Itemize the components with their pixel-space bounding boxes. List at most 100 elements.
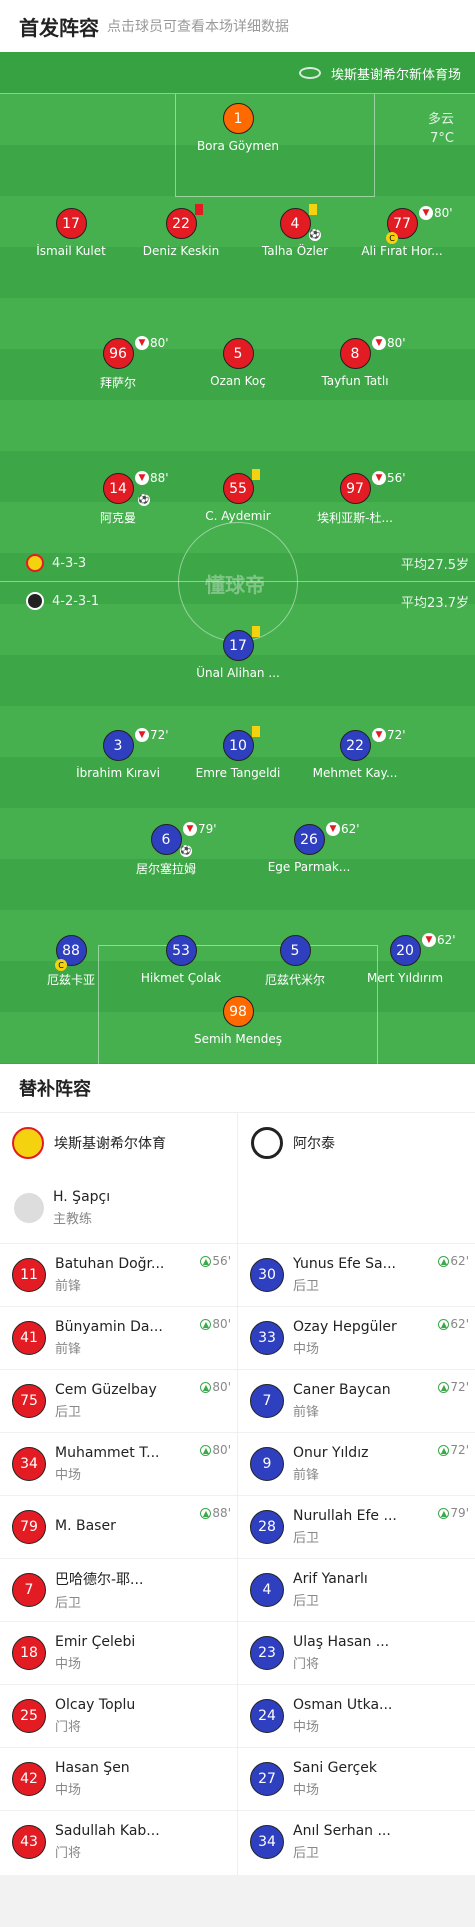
sub-out-icon: ▼ (372, 728, 386, 742)
home-team-name: 埃斯基谢希尔体育 (54, 1136, 166, 1152)
sub-player-number: 24 (250, 1699, 284, 1733)
sub-event-time: 56' (212, 1254, 231, 1268)
sub-player-row[interactable]: 11 Batuhan Doğr... 前锋 ▲ 56' (0, 1243, 237, 1306)
sub-player-position: 门将 (293, 1657, 320, 1672)
sub-player-name: Nurullah Efe ... (293, 1508, 397, 1524)
sub-player-info: Olcay Toplu 门将 (55, 1697, 165, 1735)
sub-player-row[interactable]: 23 Ulaş Hasan ... 门将 (238, 1621, 475, 1684)
sub-player-row[interactable]: 34 Anıl Serhan ... 后卫 (238, 1810, 475, 1873)
sub-player-row[interactable]: 28 Nurullah Efe ... 后卫 ▲ 79' (238, 1495, 475, 1558)
subs-away-team: 阿尔泰 (237, 1113, 474, 1173)
sub-player-row[interactable]: 34 Muhammet T... 中场 ▲ 80' (0, 1432, 237, 1495)
player-home-lw[interactable]: 14 ▼ 88' ⚽ 阿克曼 (66, 471, 170, 526)
sub-out-icon: ▼ (326, 822, 340, 836)
player-away-dm2[interactable]: 26 ▼ 62' Ege Parmak... (257, 822, 361, 874)
red-card-icon (195, 204, 203, 215)
brand-watermark: 懂球帝 (205, 573, 265, 597)
player-away-rm[interactable]: 22 ▼ 72' Mehmet Kay... (303, 728, 407, 780)
player-number: 14 (102, 473, 134, 504)
home-team-logo (26, 554, 44, 572)
sub-player-number: 18 (12, 1636, 46, 1670)
player-home-cm3[interactable]: 8 ▼ 80' Tayfun Tatlı (303, 336, 407, 388)
player-name: Ozan Koç (210, 374, 266, 388)
sub-player-row[interactable]: 4 Arif Yanarlı 后卫 (238, 1558, 475, 1621)
sub-player-row[interactable]: 25 Olcay Toplu 门将 (0, 1684, 237, 1747)
captain-icon: C (386, 232, 398, 244)
player-home-cb2[interactable]: 4 ⚽ Talha Özler (243, 204, 347, 258)
sub-player-row[interactable]: 18 Emir Çelebi 中场 (0, 1621, 237, 1684)
sub-time: 79' (198, 822, 217, 836)
lineup-subtitle: 点击球员可查看本场详细数据 (107, 19, 289, 35)
subs-title: 替补阵容 (0, 1064, 475, 1113)
sub-in-icon: ▲ (438, 1507, 450, 1519)
home-avg-age: 平均27.5岁 (401, 558, 469, 573)
player-number: 4 (279, 208, 311, 239)
player-number: 96 (102, 338, 134, 369)
player-away-lm[interactable]: 3 ▼ 72' İbrahim Kıravi (66, 728, 170, 780)
goal-ball-icon: ⚽ (309, 229, 321, 241)
yellow-card-icon (252, 626, 260, 637)
sub-player-row[interactable]: 24 Osman Utka... 中场 (238, 1684, 475, 1747)
sub-out-icon: ▼ (135, 336, 149, 350)
sub-player-info: Caner Baycan 前锋 (293, 1382, 403, 1420)
sub-player-info: Anıl Serhan ... 后卫 (293, 1823, 403, 1861)
sub-player-position: 前锋 (55, 1342, 82, 1357)
sub-in-icon: ▲ (438, 1255, 450, 1267)
player-home-cm2[interactable]: 5 Ozan Koç (186, 338, 290, 388)
sub-player-info: Osman Utka... 中场 (293, 1697, 403, 1735)
player-home-rw[interactable]: 97 ▼ 56' 埃利亚斯-杜... (303, 471, 407, 526)
sub-event: ▲ 62' (437, 1317, 469, 1331)
sub-player-row[interactable]: 7 巴哈德尔-耶... 后卫 (0, 1558, 237, 1621)
player-away-cb1[interactable]: 53 Hikmet Çolak (129, 935, 233, 985)
sub-player-info: Muhammet T... 中场 (55, 1445, 165, 1483)
sub-in-icon: ▲ (200, 1444, 212, 1456)
player-home-rb[interactable]: 77 ▼ 80' C Ali Fırat Hor... (350, 206, 454, 258)
player-name: C. Aydemir (205, 509, 271, 523)
sub-player-row[interactable]: 75 Cem Güzelbay 后卫 ▲ 80' (0, 1369, 237, 1432)
sub-player-row[interactable]: 33 Özay Hepgüler 中场 ▲ 62' (238, 1306, 475, 1369)
sub-player-name: Caner Baycan (293, 1382, 391, 1398)
sub-event: ▲ 80' (199, 1317, 231, 1331)
sub-out-icon: ▼ (372, 471, 386, 485)
player-away-st[interactable]: 17 Ünal Alihan ... (186, 626, 290, 680)
sub-player-number: 27 (250, 1762, 284, 1796)
sub-player-row[interactable]: 9 Onur Yıldız 前锋 ▲ 72' (238, 1432, 475, 1495)
player-away-rb[interactable]: 20 ▼ 62' Mert Yıldırım (353, 933, 457, 985)
player-home-st[interactable]: 55 C. Aydemir (186, 469, 290, 523)
player-number: 17 (55, 208, 87, 239)
player-name: Ege Parmak... (267, 860, 351, 874)
player-name: 阿克曼 (99, 511, 136, 525)
sub-out-icon: ▼ (422, 933, 436, 947)
sub-player-row[interactable]: 41 Bünyamin Da... 前锋 ▲ 80' (0, 1306, 237, 1369)
sub-event: ▲ 56' (199, 1254, 231, 1268)
yellow-card-icon (252, 726, 260, 737)
player-away-lb[interactable]: 88 C 厄兹卡亚 (19, 935, 123, 988)
player-away-am[interactable]: 10 Emre Tangeldi (186, 726, 290, 780)
weather-temp: 7°C (430, 131, 454, 146)
player-number: 6 (150, 824, 182, 855)
sub-player-row[interactable]: 42 Hasan Şen 中场 (0, 1747, 237, 1810)
player-number: 8 (339, 338, 371, 369)
sub-player-info: Bünyamin Da... 前锋 (55, 1319, 165, 1357)
player-number: 17 (222, 630, 254, 661)
player-away-cb2[interactable]: 5 厄兹代米尔 (243, 935, 347, 988)
player-away-gk[interactable]: 98 Semih Mendeş (186, 996, 290, 1046)
sub-player-row[interactable]: 30 Yunus Efe Sa... 后卫 ▲ 62' (238, 1243, 475, 1306)
player-number: 98 (222, 996, 254, 1027)
sub-player-position: 中场 (55, 1783, 82, 1798)
sub-player-info: Nurullah Efe ... 后卫 (293, 1508, 403, 1546)
player-home-lb[interactable]: 17 İsmail Kulet (19, 208, 123, 258)
home-coach[interactable]: H. Şapçı 主教练 (0, 1173, 237, 1243)
sub-player-row[interactable]: 43 Sadullah Kab... 门将 (0, 1810, 237, 1873)
sub-player-info: Sani Gerçek 中场 (293, 1760, 403, 1798)
player-home-cm1[interactable]: 96 ▼ 80' 拜萨尔 (66, 336, 170, 391)
sub-player-position: 中场 (55, 1468, 82, 1483)
player-name: 居尔塞拉姆 (135, 862, 196, 876)
sub-player-row[interactable]: 7 Caner Baycan 前锋 ▲ 72' (238, 1369, 475, 1432)
player-away-dm1[interactable]: 6 ▼ 79' ⚽ 居尔塞拉姆 (114, 822, 218, 877)
sub-player-row[interactable]: 27 Sani Gerçek 中场 (238, 1747, 475, 1810)
sub-player-row[interactable]: 79 M. Baser ▲ 88' (0, 1495, 237, 1558)
player-home-cb1[interactable]: 22 Deniz Keskin (129, 204, 233, 258)
player-home-gk[interactable]: 1 Bora Göymen (186, 103, 290, 153)
sub-player-number: 28 (250, 1510, 284, 1544)
